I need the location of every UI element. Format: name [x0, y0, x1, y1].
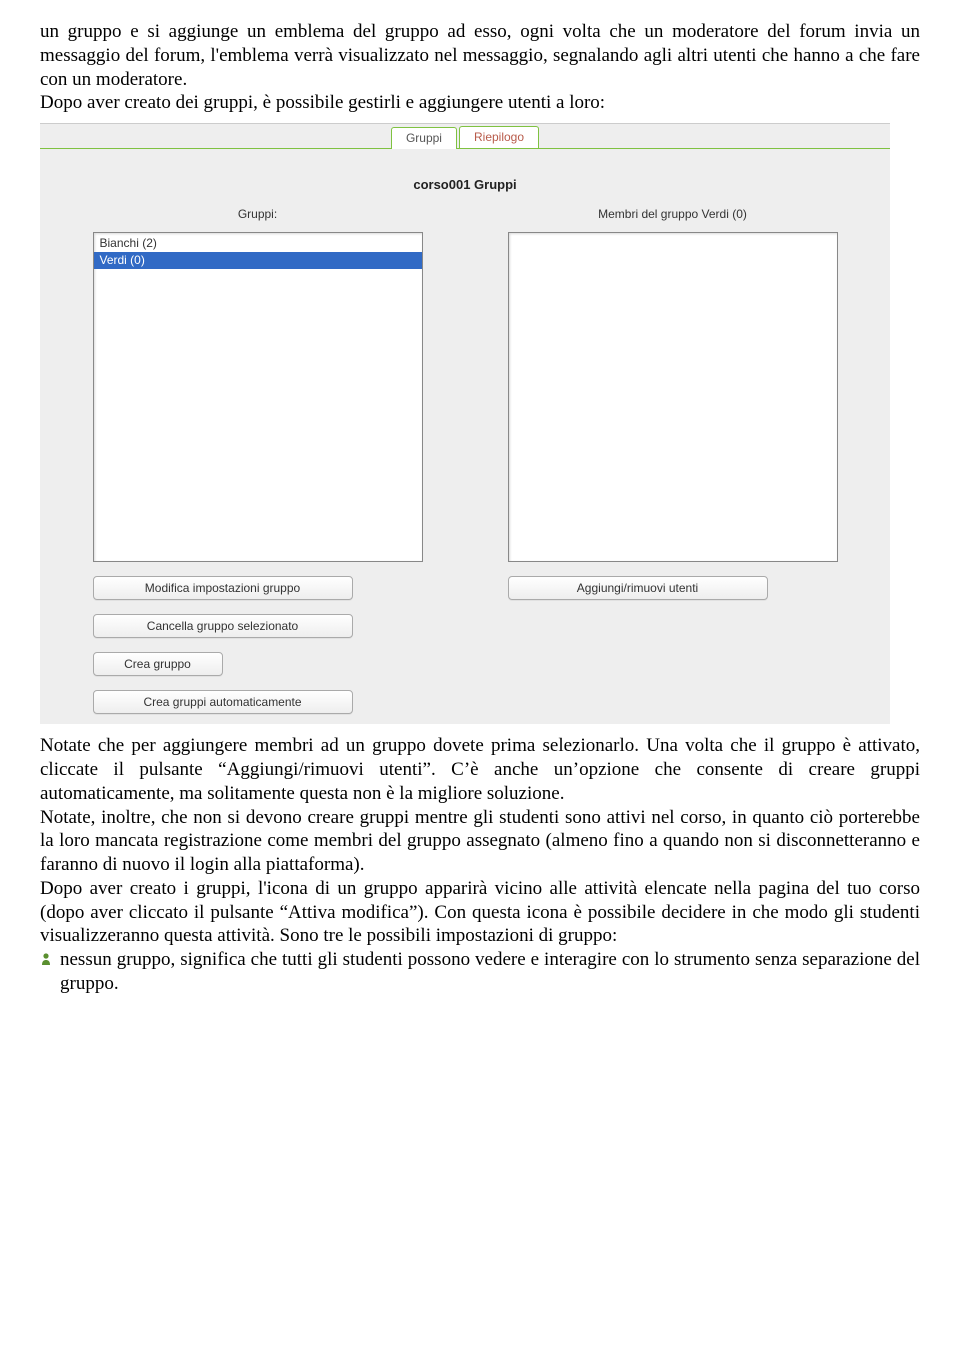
paragraph-note-1: Notate che per aggiungere membri ad un g…	[40, 734, 920, 805]
list-item[interactable]: Bianchi (2)	[94, 235, 422, 252]
tab-gruppi[interactable]: Gruppi	[391, 127, 457, 149]
page-title: corso001 Gruppi	[40, 149, 890, 203]
tab-riepilogo-link[interactable]: Riepilogo	[474, 130, 524, 144]
paragraph-intro-1: un gruppo e si aggiunge un emblema del g…	[40, 20, 920, 91]
paragraph-intro-2: Dopo aver creato dei gruppi, è possibile…	[40, 91, 920, 115]
members-label: Membri del gruppo Verdi (0)	[598, 207, 747, 222]
create-group-button[interactable]: Crea gruppo	[93, 652, 223, 676]
groups-listbox[interactable]: Bianchi (2) Verdi (0)	[93, 232, 423, 562]
add-remove-users-button[interactable]: Aggiungi/rimuovi utenti	[508, 576, 768, 600]
groups-label: Gruppi:	[238, 207, 277, 222]
delete-selected-group-button[interactable]: Cancella gruppo selezionato	[93, 614, 353, 638]
members-listbox[interactable]	[508, 232, 838, 562]
edit-group-settings-button[interactable]: Modifica impostazioni gruppo	[93, 576, 353, 600]
paragraph-note-2: Notate, inoltre, che non si devono crear…	[40, 806, 920, 877]
paragraph-note-3: Dopo aver creato i gruppi, l'icona di un…	[40, 877, 920, 948]
bullet-row-nessun-gruppo: nessun gruppo, significa che tutti gli s…	[40, 948, 920, 996]
tabs-bar: Gruppi Riepilogo	[40, 124, 890, 149]
list-item[interactable]: Verdi (0)	[94, 252, 422, 269]
tab-riepilogo[interactable]: Riepilogo	[459, 126, 539, 148]
bullet-text: nessun gruppo, significa che tutti gli s…	[60, 948, 920, 996]
members-column: Membri del gruppo Verdi (0) Aggiungi/rim…	[485, 207, 860, 714]
person-icon	[40, 952, 52, 966]
create-groups-auto-button[interactable]: Crea gruppi automaticamente	[93, 690, 353, 714]
groups-column: Gruppi: Bianchi (2) Verdi (0) Modifica i…	[70, 207, 445, 714]
groups-ui-screenshot: Gruppi Riepilogo corso001 Gruppi Gruppi:…	[40, 123, 890, 724]
